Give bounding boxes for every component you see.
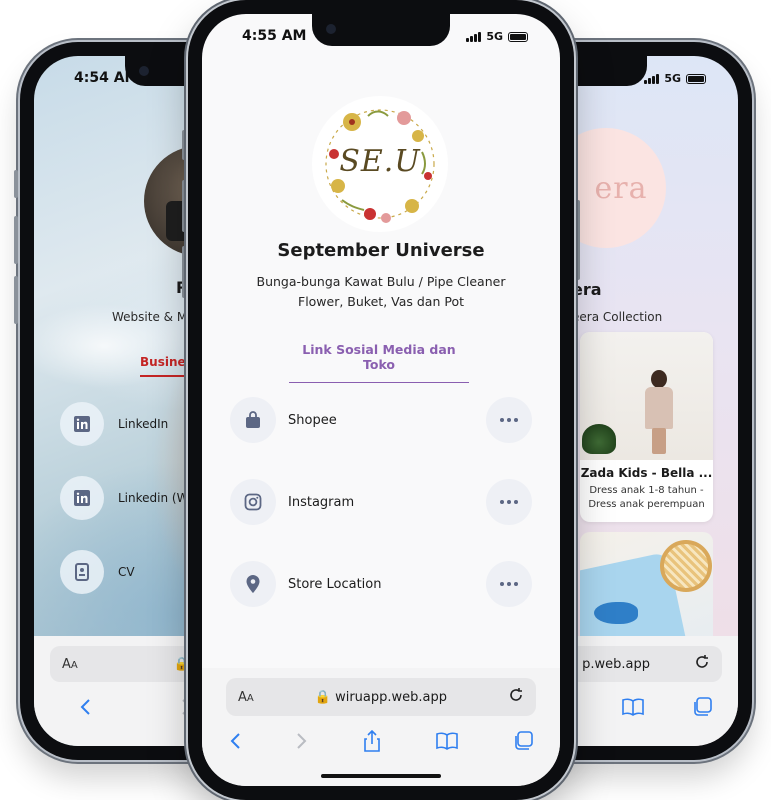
tabs-icon[interactable] xyxy=(513,731,533,755)
lock-icon: 🔒 xyxy=(314,689,331,705)
shopping-bag-icon xyxy=(230,397,276,443)
share-icon[interactable] xyxy=(363,729,381,756)
profile-subtitle: eera Collection xyxy=(572,310,663,324)
link-label: Linkedin (Wi xyxy=(118,491,192,505)
network-type: 5G xyxy=(486,30,503,43)
mute-switch xyxy=(14,170,18,198)
product-image xyxy=(580,332,713,460)
tab-business[interactable]: Busines xyxy=(140,355,193,377)
product-title: Zada Kids - Bella ... xyxy=(580,466,713,480)
more-options-icon[interactable] xyxy=(486,479,532,525)
link-label: Store Location xyxy=(288,576,382,592)
page-description: Bunga-bunga Kawat Bulu / Pipe Cleaner Fl… xyxy=(256,274,506,309)
address-bar[interactable]: AA 🔒 wiruapp.web.app xyxy=(226,678,536,716)
profile-subtitle: Website & M xyxy=(112,310,188,324)
product-description: Dress anak 1-8 tahun - Dress anak peremp… xyxy=(588,485,705,510)
network-type: 5G xyxy=(664,72,681,85)
link-label: Instagram xyxy=(288,494,355,510)
brand-logo: SE.U xyxy=(312,96,448,232)
tabs-icon[interactable] xyxy=(692,697,712,721)
link-label: CV xyxy=(118,565,135,579)
link-cv[interactable]: CV xyxy=(60,550,135,594)
forward-icon[interactable] xyxy=(296,732,308,754)
back-icon[interactable] xyxy=(229,732,241,754)
center-phone-frame: 4:55 AM 5G SE.U September Universe Bunga… xyxy=(188,0,574,800)
safari-toolbar: AA 🔒 wiruapp.web.app xyxy=(202,668,560,786)
id-badge-icon xyxy=(60,550,104,594)
power-button xyxy=(576,200,580,280)
url-text: 🔒 wiruapp.web.app xyxy=(314,689,447,705)
reload-icon[interactable] xyxy=(694,654,710,674)
bookmarks-icon[interactable] xyxy=(622,698,644,720)
battery-icon xyxy=(686,73,706,84)
reload-icon[interactable] xyxy=(508,687,524,707)
link-instagram[interactable]: Instagram xyxy=(230,478,532,526)
volume-down-button xyxy=(182,246,186,298)
safari-nav-row xyxy=(202,728,560,758)
signal-icon xyxy=(644,73,660,84)
text-size-button[interactable]: AA xyxy=(238,690,254,705)
status-time: 4:55 AM xyxy=(242,28,307,44)
volume-down-button xyxy=(14,276,18,324)
back-icon[interactable] xyxy=(79,698,91,720)
status-indicators: 5G xyxy=(466,30,528,43)
map-pin-icon xyxy=(230,561,276,607)
product-card[interactable]: Zada Kids - Bella ... Dress anak 1-8 tah… xyxy=(580,332,713,522)
mute-switch xyxy=(182,130,186,160)
tab-social-links[interactable]: Link Sosial Media dan Toko xyxy=(289,342,469,383)
volume-up-button xyxy=(182,180,186,232)
link-linkedin[interactable]: LinkedIn xyxy=(60,402,168,446)
page-title: September Universe xyxy=(277,240,485,261)
link-store-location[interactable]: Store Location xyxy=(230,560,532,608)
more-options-icon[interactable] xyxy=(486,397,532,443)
link-label: Shopee xyxy=(288,412,337,428)
linkedin-icon xyxy=(60,402,104,446)
link-shopee[interactable]: Shopee xyxy=(230,396,532,444)
text-size-button[interactable]: AA xyxy=(62,657,78,672)
home-indicator xyxy=(321,774,441,778)
bookmarks-icon[interactable] xyxy=(435,732,458,754)
link-linkedin-2[interactable]: Linkedin (Wi xyxy=(60,476,192,520)
battery-icon xyxy=(508,31,528,42)
center-phone-screen: 4:55 AM 5G SE.U September Universe Bunga… xyxy=(202,14,560,786)
profile-name: era xyxy=(572,280,602,299)
notch xyxy=(312,14,450,46)
more-options-icon[interactable] xyxy=(486,561,532,607)
status-indicators: 5G xyxy=(644,72,706,85)
signal-icon xyxy=(466,31,482,42)
instagram-icon xyxy=(230,479,276,525)
volume-up-button xyxy=(14,216,18,264)
linkedin-icon xyxy=(60,476,104,520)
link-label: LinkedIn xyxy=(118,417,169,431)
logo-monogram: SE.U xyxy=(339,144,421,179)
